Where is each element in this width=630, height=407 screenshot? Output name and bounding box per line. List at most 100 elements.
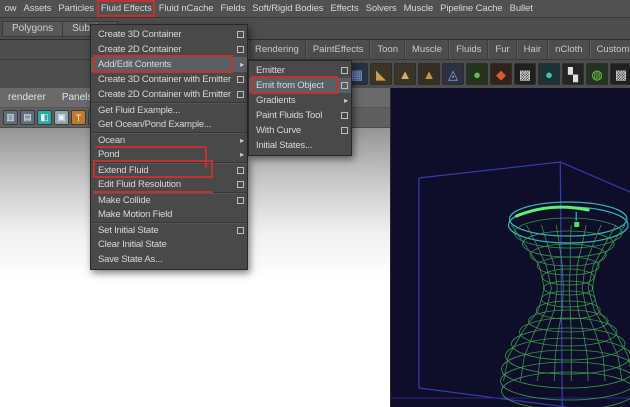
option-box-icon[interactable] [341,67,348,74]
perspective-viewport[interactable] [390,88,630,407]
menubar-item[interactable]: Solvers [362,0,400,17]
option-box-icon[interactable] [341,82,348,89]
fluid-menu-item[interactable]: Get Ocean/Pond Example... ▸ [91,117,247,132]
panel-menu-item[interactable]: renderer [0,92,54,103]
manipulator-handle[interactable] [574,222,580,227]
menubar-item[interactable]: Fields [217,0,249,17]
submenu-item[interactable]: Initial States... ▸ [249,138,351,153]
fluid-menu-item-label: Create 3D Container with Emitter [98,74,231,85]
menubar-item[interactable]: Particles [55,0,98,17]
menubar-item[interactable]: Fluid nCache [155,0,217,17]
shelf-tool-icon[interactable]: ◣ [370,63,392,85]
option-box-icon[interactable] [237,91,244,98]
shelf-tab[interactable]: Hair [516,40,549,59]
panel-toolbar-icon[interactable]: T [71,110,86,125]
shelf-tab[interactable]: nCloth [548,40,590,59]
fluid-menu-item[interactable]: Create 2D Container ▸ [91,42,247,57]
shelf-tab[interactable]: Custom [589,40,630,59]
fluid-menu-item-label: Set Initial State [98,225,159,236]
fluid-menu-item-label: Clear Initial State [98,239,167,250]
fluid-menu-item[interactable]: Make Motion Field ▸ [91,207,247,222]
option-box-icon[interactable] [237,31,244,38]
fluid-menu-item[interactable]: Clear Initial State ▸ [91,237,247,252]
menubar-item[interactable]: Soft/Rigid Bodies [249,0,327,17]
fluid-effects-menu: Create 3D Container ▸ Create 2D Containe… [90,24,248,270]
fluid-menu-item-label: Ocean [98,135,125,146]
fluid-menu-item-label: Create 2D Container with Emitter [98,89,231,100]
fluid-menu-item[interactable]: Save State As... ▸ [91,252,247,267]
option-box-icon[interactable] [237,227,244,234]
shelf-tool-icon[interactable]: ▲ [394,63,416,85]
fluid-menu-item[interactable]: Edit Fluid Resolution ▸ [91,177,247,192]
fluid-menu-item[interactable]: Create 3D Container with Emitter ▸ [91,72,247,87]
submenu-item[interactable]: Emitter ▸ [249,63,351,78]
menubar-item[interactable]: Assets [20,0,55,17]
selected-rim-highlight [514,205,590,218]
fluid-menu-item-label: Create 3D Container [98,29,182,40]
submenu-item-label: Emitter [256,65,285,76]
shelf-tool-icon[interactable]: ● [538,63,560,85]
fluid-menu-item-label: Pond [98,149,120,160]
shelf-tab[interactable]: Toon [370,40,405,59]
menubar-item[interactable]: Bullet [506,0,536,17]
menubar-item[interactable]: Muscle [400,0,437,17]
submenu-arrow-icon: ▸ [344,96,348,105]
submenu-arrow-icon: ▸ [240,60,244,69]
shelf-tool-icon[interactable]: ◆ [490,63,512,85]
menubar-item[interactable]: ow [1,0,20,17]
fluid-menu-item-label: Add/Edit Contents [98,59,172,70]
fluid-menu-item[interactable]: Ocean ▸ [91,132,247,147]
panel-toolbar-icon[interactable]: ▣ [54,110,69,125]
submenu-arrow-icon: ▸ [240,136,244,145]
shelf-tab[interactable]: Muscle [404,40,450,59]
submenu-item-label: Gradients [256,95,296,106]
fluid-menu-item[interactable]: Set Initial State ▸ [91,222,247,237]
menu-set-tab[interactable]: Polygons [2,21,63,37]
option-box-icon[interactable] [341,112,348,119]
shelf-tab[interactable]: Fluids [449,40,489,59]
menubar-item[interactable]: Fluid Effects [97,0,156,17]
submenu-item[interactable]: Emit from Object ▸ [249,78,351,93]
fluid-menu-item[interactable]: Make Collide ▸ [91,192,247,207]
cube-wireframe [391,161,630,407]
menubar-item[interactable]: Effects [327,0,362,17]
option-box-icon[interactable] [237,46,244,53]
fluid-menu-item[interactable]: Get Fluid Example... ▸ [91,102,247,117]
submenu-item[interactable]: Paint Fluids Tool ▸ [249,108,351,123]
nurbs-surface-wireframe [500,201,630,407]
fluid-menu-item[interactable]: Add/Edit Contents ▸ [91,57,247,72]
panel-toolbar-icon[interactable]: ▤ [20,110,35,125]
fluid-menu-item-label: Make Collide [98,195,151,206]
shelf-tab[interactable]: Rendering [248,40,306,59]
shelf-tab[interactable]: PaintEffects [305,40,371,59]
option-box-icon[interactable] [341,127,348,134]
option-box-icon[interactable] [237,167,244,174]
shelf-tool-icon[interactable]: ▩ [610,63,630,85]
submenu-item-label: Initial States... [256,140,313,151]
submenu-item-label: With Curve [256,125,301,136]
submenu-item[interactable]: Gradients ▸ [249,93,351,108]
fluid-menu-item[interactable]: Extend Fluid ▸ [91,162,247,177]
fluid-menu-item[interactable]: Pond ▸ [91,147,247,162]
submenu-item[interactable]: With Curve ▸ [249,123,351,138]
shelf-tool-icon[interactable]: ◍ [586,63,608,85]
panel-toolbar-icon[interactable]: ▥ [3,110,18,125]
fluid-menu-item[interactable]: Create 2D Container with Emitter ▸ [91,87,247,102]
menubar-item[interactable]: Pipeline Cache [437,0,507,17]
shelf-tool-icon[interactable]: ▚ [562,63,584,85]
panel-toolbar-icon[interactable]: ◧ [37,110,52,125]
option-box-icon[interactable] [237,197,244,204]
shelf-tool-icon[interactable]: ● [466,63,488,85]
submenu-item-label: Paint Fluids Tool [256,110,323,121]
fluid-menu-item[interactable]: Create 3D Container ▸ [91,27,247,42]
option-box-icon[interactable] [237,181,244,188]
submenu-item-label: Emit from Object [256,80,324,91]
fluid-menu-item-label: Edit Fluid Resolution [98,179,181,190]
shelf-tab[interactable]: Fur [488,40,517,59]
main-menubar: ow Assets Particles Fluid Effects Fluid … [0,0,630,18]
shelf-tool-icon[interactable]: ▲ [418,63,440,85]
shelf-tool-icon[interactable]: ◬ [442,63,464,85]
option-box-icon[interactable] [237,76,244,83]
wireframe-scene [391,161,630,407]
shelf-tool-icon[interactable]: ▩ [514,63,536,85]
